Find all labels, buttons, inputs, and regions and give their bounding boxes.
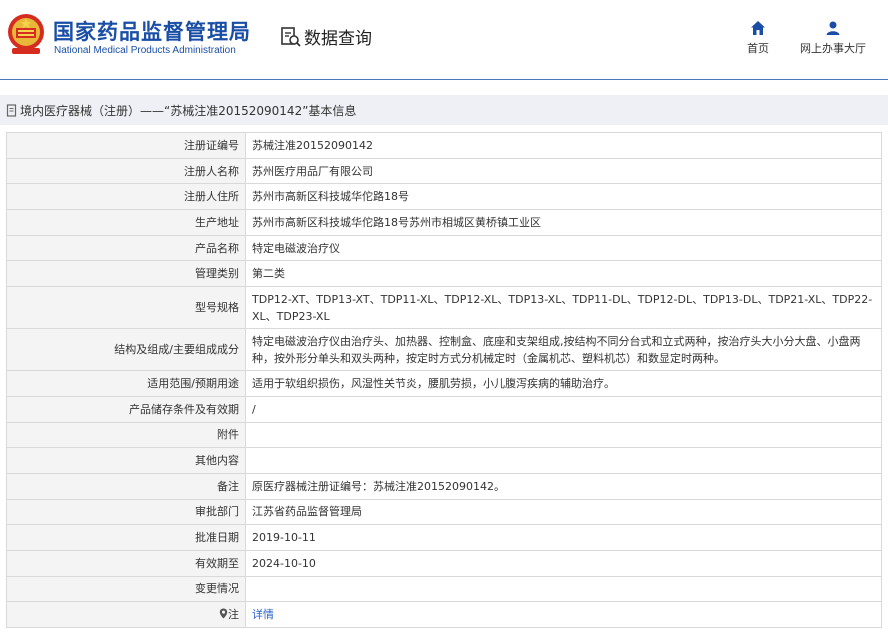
table-row: 产品储存条件及有效期 /: [6, 395, 882, 423]
row-label: 有效期至: [6, 549, 246, 577]
row-label: 附件: [6, 421, 246, 449]
row-value: 苏械注准20152090142: [245, 132, 882, 159]
table-row: 审批部门 江苏省药品监督管理局: [6, 498, 882, 526]
table-row: 批准日期 2019-10-11: [6, 524, 882, 551]
row-value: 第二类: [245, 260, 882, 288]
table-row: 变更情况: [6, 575, 882, 603]
row-value: 苏州市高新区科技城华佗路18号苏州市相城区黄桥镇工业区: [245, 209, 882, 236]
table-row: 管理类别 第二类: [6, 260, 882, 288]
row-label: 变更情况: [6, 575, 246, 603]
row-value: [245, 421, 882, 449]
row-label: 注册证编号: [6, 132, 246, 159]
row-value: 苏州医疗用品厂有限公司: [245, 157, 882, 185]
device-detail-table: 注册证编号 苏械注准20152090142 注册人名称 苏州医疗用品厂有限公司 …: [6, 132, 882, 628]
row-value: 适用于软组织损伤，风湿性关节炎，腰肌劳损，小儿腹泻疾病的辅助治疗。: [245, 370, 882, 397]
row-label: 型号规格: [6, 286, 246, 330]
row-value: /: [245, 395, 882, 423]
row-value: 特定电磁波治疗仪由治疗头、加热器、控制盒、底座和支架组成,按结构不同分台式和立式…: [245, 328, 882, 372]
note-label: 注: [228, 608, 239, 622]
table-row: 备注 原医疗器械注册证编号：苏械注准20152090142。: [6, 472, 882, 500]
table-row: 注 详情: [6, 601, 882, 628]
row-value: 江苏省药品监督管理局: [245, 498, 882, 526]
nav-online-office-label: 网上办事大厅: [800, 42, 866, 55]
table-row: 产品名称 特定电磁波治疗仪: [6, 234, 882, 262]
row-value: TDP12-XT、TDP13-XT、TDP11-XL、TDP12-XL、TDP1…: [245, 286, 882, 330]
row-label: 注册人住所: [6, 183, 246, 211]
table-row: 附件: [6, 421, 882, 449]
row-label: 备注: [6, 472, 246, 500]
breadcrumb-text: 境内医疗器械（注册）——“苏械注准20152090142”基本信息: [20, 103, 357, 118]
row-value: 原医疗器械注册证编号：苏械注准20152090142。: [245, 472, 882, 500]
user-icon: [826, 21, 840, 35]
row-label: 注册人名称: [6, 157, 246, 185]
row-label: 批准日期: [6, 524, 246, 551]
table-row: 注册人住所 苏州市高新区科技城华佗路18号: [6, 183, 882, 211]
site-subtitle[interactable]: National Medical Products Administration: [54, 45, 236, 56]
table-row: 生产地址 苏州市高新区科技城华佗路18号苏州市相城区黄桥镇工业区: [6, 209, 882, 236]
row-label: 产品储存条件及有效期: [6, 395, 246, 423]
row-label: 结构及组成/主要组成成分: [6, 328, 246, 372]
row-value: 苏州市高新区科技城华佗路18号: [245, 183, 882, 211]
data-query-title: 数据查询: [280, 24, 372, 49]
table-row: 适用范围/预期用途 适用于软组织损伤，风湿性关节炎，腰肌劳损，小儿腹泻疾病的辅助…: [6, 370, 882, 397]
row-label: 适用范围/预期用途: [6, 370, 246, 397]
site-title[interactable]: 国家药品监督管理局: [53, 16, 251, 46]
row-label: 生产地址: [6, 209, 246, 236]
home-icon: [751, 21, 765, 35]
page-header: 国家药品监督管理局 National Medical Products Admi…: [0, 0, 888, 80]
row-value: [245, 447, 882, 474]
table-row: 注册人名称 苏州医疗用品厂有限公司: [6, 157, 882, 185]
table-row: 有效期至 2024-10-10: [6, 549, 882, 577]
table-row: 注册证编号 苏械注准20152090142: [6, 132, 882, 159]
table-row: 其他内容: [6, 447, 882, 474]
row-value: 详情: [245, 601, 882, 628]
note-row-label: 注: [6, 601, 246, 628]
row-label: 审批部门: [6, 498, 246, 526]
row-value: 2019-10-11: [245, 524, 882, 551]
nav-home[interactable]: 首页: [718, 20, 798, 56]
table-row: 结构及组成/主要组成成分 特定电磁波治疗仪由治疗头、加热器、控制盒、底座和支架组…: [6, 328, 882, 372]
table-row: 型号规格 TDP12-XT、TDP13-XT、TDP11-XL、TDP12-XL…: [6, 286, 882, 330]
breadcrumb: 境内医疗器械（注册）——“苏械注准20152090142”基本信息: [0, 95, 888, 125]
nav-online-office[interactable]: 网上办事大厅: [793, 20, 873, 56]
document-search-icon: [281, 26, 301, 47]
location-pin-icon: [219, 608, 228, 619]
nav-home-label: 首页: [747, 42, 769, 55]
row-label: 产品名称: [6, 234, 246, 262]
document-icon: [6, 103, 17, 117]
data-query-label: 数据查询: [304, 29, 372, 49]
row-label: 管理类别: [6, 260, 246, 288]
row-value: 特定电磁波治疗仪: [245, 234, 882, 262]
national-emblem-icon: [8, 14, 44, 54]
details-link[interactable]: 详情: [252, 608, 274, 621]
row-value: 2024-10-10: [245, 549, 882, 577]
row-value: [245, 575, 882, 603]
row-label: 其他内容: [6, 447, 246, 474]
